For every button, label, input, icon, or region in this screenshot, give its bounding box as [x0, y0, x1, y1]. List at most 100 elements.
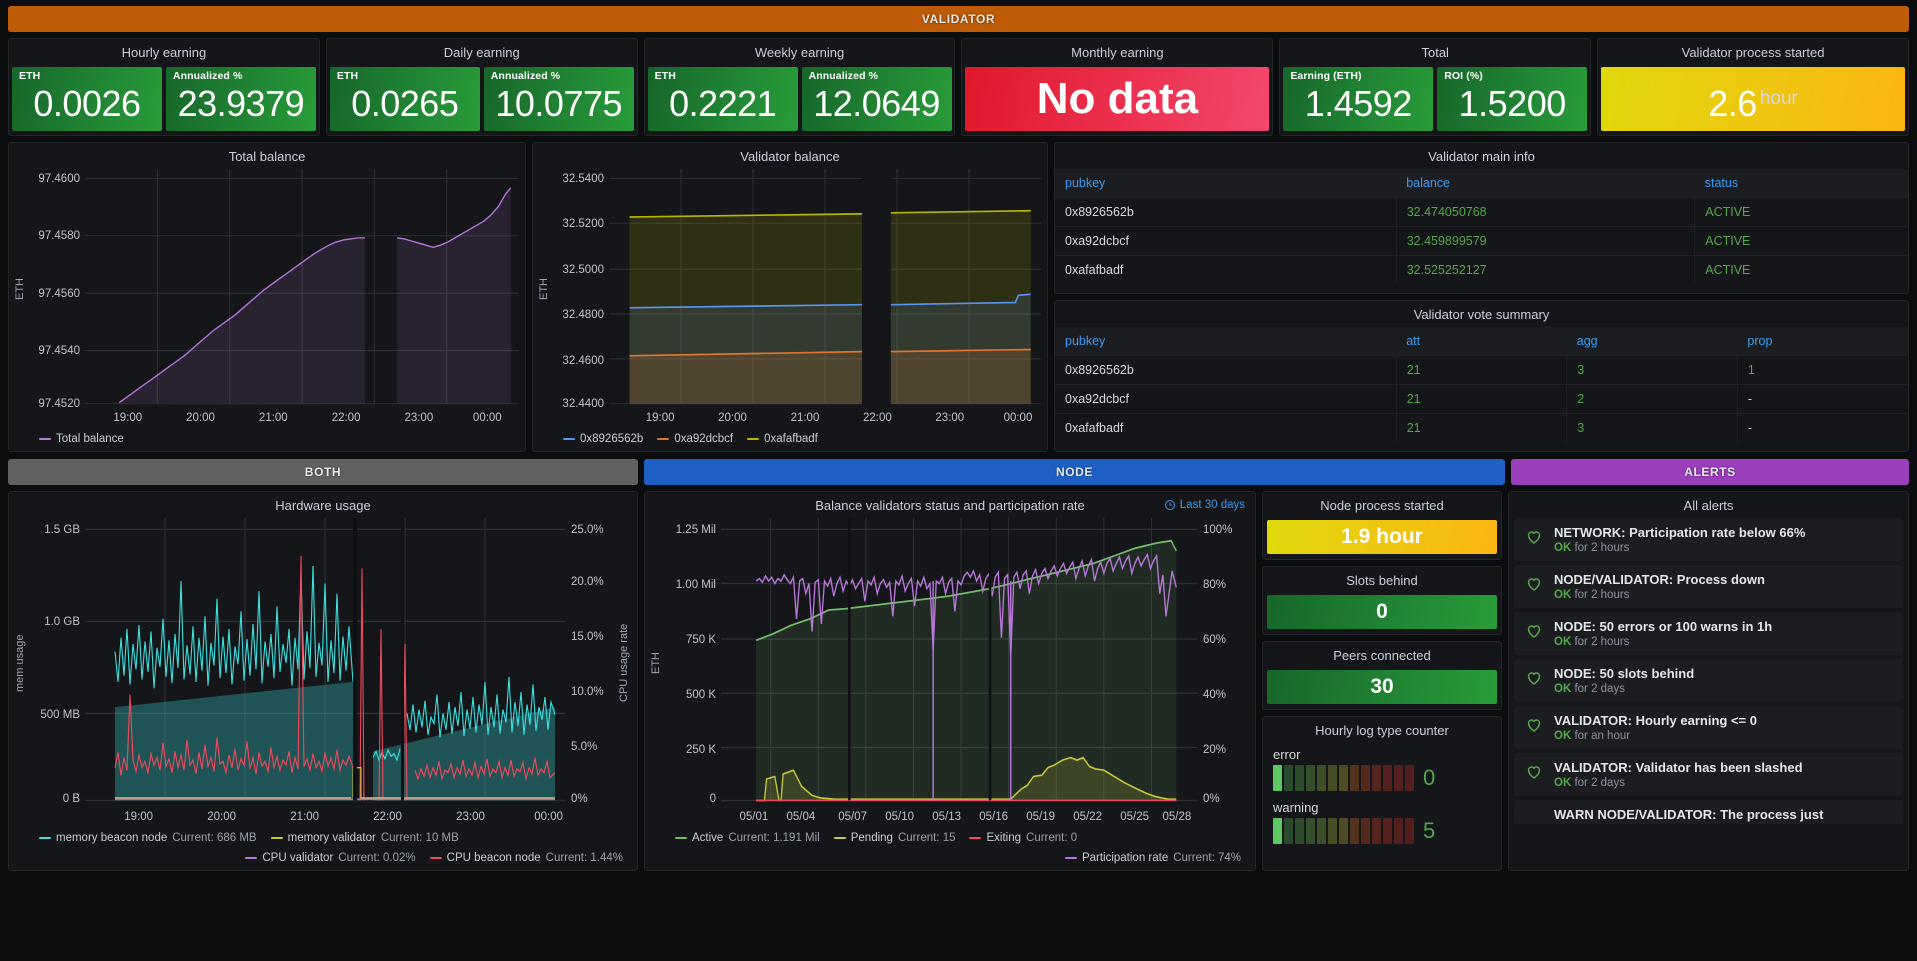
legend-item[interactable]: 0x8926562b	[563, 433, 643, 445]
table-row[interactable]: 0xafafbadf 32.525252127 ACTIVE	[1055, 256, 1908, 285]
panel-balance-validators-status: Balance validators status and participat…	[644, 491, 1256, 871]
legend-item[interactable]: CPU beacon node Current: 1.44%	[430, 852, 623, 864]
stat-cell-uptime[interactable]: 2.6 hour	[1601, 67, 1905, 131]
column-header-balance[interactable]: balance	[1396, 169, 1695, 198]
legend-item[interactable]: 0xa92dcbcf	[657, 433, 733, 445]
row-header-alerts-label: ALERTS	[1684, 465, 1736, 479]
gauge-bar	[1405, 818, 1414, 844]
x-tick: 19:00	[646, 412, 675, 424]
cell-agg: 2	[1567, 385, 1738, 414]
legend-item[interactable]: Total balance	[39, 433, 124, 445]
stat-cell-eth[interactable]: ETH 0.2221	[648, 67, 798, 131]
list-item[interactable]: NODE: 50 errors or 100 warns in 1h OK fo…	[1514, 612, 1903, 655]
legend-item[interactable]: CPU validator Current: 0.02%	[245, 852, 415, 864]
x-tick: 20:00	[718, 412, 747, 424]
log-label-error: error	[1273, 747, 1491, 762]
alert-text: NODE: 50 slots behind OK for 2 days	[1554, 666, 1694, 695]
stat-body: 2.6 hour	[1598, 65, 1908, 135]
list-item[interactable]: NETWORK: Participation rate below 66% OK…	[1514, 518, 1903, 561]
y-tick: 32.4600	[562, 355, 604, 367]
stat-cell-no-data[interactable]: No data	[965, 67, 1269, 131]
row-header-node[interactable]: NODE	[644, 459, 1505, 485]
legend-item[interactable]: Exiting Current: 0	[969, 832, 1077, 844]
panel-total-balance: Total balance ETH 97.4600 97.4580 97.456…	[8, 142, 526, 452]
stat-cell-eth[interactable]: ETH 0.0265	[330, 67, 480, 131]
y-tick: 97.4560	[38, 288, 80, 300]
stat-caption: ETH	[337, 70, 358, 82]
time-range-note[interactable]: Last 30 days	[1164, 499, 1245, 511]
legend-item[interactable]: memory beacon node Current: 686 MB	[39, 832, 257, 844]
y-axis-ticks-right: 25.0% 20.0% 15.0% 10.0% 5.0% 0%	[565, 518, 617, 808]
alert-text: NETWORK: Participation rate below 66% OK…	[1554, 525, 1805, 554]
x-tick: 05/28	[1163, 811, 1192, 823]
tables-column: Validator main info pubkey balance statu…	[1054, 142, 1909, 452]
table-row[interactable]: 0xa92dcbcf 32.459899579 ACTIVE	[1055, 227, 1908, 256]
table-row[interactable]: 0x8926562b 21 3 1	[1055, 356, 1908, 385]
y-tick: 25.0%	[571, 524, 604, 536]
legend-label: 0xafafbadf	[764, 433, 818, 445]
graph-hardware-usage[interactable]: mem usage 1.5 GB 1.0 GB 500 MB 0 B	[9, 518, 637, 870]
plot-area: ETH 97.4600 97.4580 97.4560 97.4540 97.4…	[13, 169, 519, 409]
stat-cell-annualized[interactable]: Annualized % 12.0649	[802, 67, 952, 131]
graph-validator-balance[interactable]: ETH 32.5400 32.5200 32.5000 32.4800 32.4…	[533, 169, 1047, 451]
legend-balance-status: Active Current: 1.191 Mil Pending Curren…	[649, 828, 1249, 868]
row-header-validator[interactable]: VALIDATOR	[8, 6, 1909, 32]
log-gauge-error[interactable]: 0	[1273, 765, 1491, 791]
y-tick: 1.00 Mil	[676, 579, 716, 591]
panel-title: Daily earning	[327, 39, 637, 65]
cell-pubkey: 0xa92dcbcf	[1055, 227, 1396, 256]
plot-area: mem usage 1.5 GB 1.0 GB 500 MB 0 B	[13, 518, 631, 808]
list-item[interactable]: VALIDATOR: Validator has been slashed OK…	[1514, 753, 1903, 796]
gauge-bar	[1328, 818, 1337, 844]
gauge-bar	[1273, 818, 1282, 844]
stat-body: ETH 0.0026 Annualized % 23.9379	[9, 65, 319, 135]
legend-label: memory beacon node	[56, 832, 167, 844]
column-header-agg[interactable]: agg	[1567, 327, 1738, 356]
gauge-bar	[1383, 765, 1392, 791]
list-item[interactable]: WARN NODE/VALIDATOR: The process just	[1514, 800, 1903, 824]
legend-item[interactable]: memory validator Current: 10 MB	[271, 832, 459, 844]
slots-behind-value[interactable]: 0	[1267, 595, 1497, 629]
legend-item[interactable]: Pending Current: 15	[834, 832, 956, 844]
log-gauge-warning[interactable]: 5	[1273, 818, 1491, 844]
column-header-pubkey[interactable]: pubkey	[1055, 169, 1396, 198]
legend-label: 0xa92dcbcf	[674, 433, 733, 445]
table-row[interactable]: 0xafafbadf 21 3 -	[1055, 414, 1908, 443]
panel-title-label: Weekly earning	[755, 45, 844, 60]
column-header-prop[interactable]: prop	[1737, 327, 1908, 356]
legend-item[interactable]: 0xafafbadf	[747, 433, 818, 445]
x-tick: 22:00	[332, 412, 361, 424]
column-header-pubkey[interactable]: pubkey	[1055, 327, 1396, 356]
row-header-alerts[interactable]: ALERTS	[1511, 459, 1909, 485]
table-row[interactable]: 0x8926562b 32.474050768 ACTIVE	[1055, 198, 1908, 227]
column-header-att[interactable]: att	[1396, 327, 1567, 356]
y-axis-ticks: 97.4600 97.4580 97.4560 97.4540 97.4520	[27, 169, 85, 409]
stat-cell-earning-eth[interactable]: Earning (ETH) 1.4592	[1283, 67, 1433, 131]
node-process-started-value[interactable]: 1.9 hour	[1267, 520, 1497, 554]
list-item[interactable]: VALIDATOR: Hourly earning <= 0 OK for an…	[1514, 706, 1903, 749]
alert-list[interactable]: NETWORK: Participation rate below 66% OK…	[1509, 518, 1908, 870]
list-item[interactable]: NODE/VALIDATOR: Process down OK for 2 ho…	[1514, 565, 1903, 608]
cell-att: 21	[1396, 356, 1567, 385]
stat-cell-annualized[interactable]: Annualized % 10.0775	[484, 67, 634, 131]
stat-cell-roi[interactable]: ROI (%) 1.5200	[1437, 67, 1587, 131]
legend-item[interactable]: Active Current: 1.191 Mil	[675, 832, 820, 844]
table-row[interactable]: 0xa92dcbcf 21 2 -	[1055, 385, 1908, 414]
x-tick: 19:00	[124, 811, 153, 823]
list-item[interactable]: NODE: 50 slots behind OK for 2 days	[1514, 659, 1903, 702]
log-count-error: 0	[1423, 765, 1435, 791]
graph-total-balance[interactable]: ETH 97.4600 97.4580 97.4560 97.4540 97.4…	[9, 169, 525, 451]
peers-connected-value[interactable]: 30	[1267, 670, 1497, 704]
stat-cell-annualized[interactable]: Annualized % 23.9379	[166, 67, 316, 131]
stat-cell-eth[interactable]: ETH 0.0026	[12, 67, 162, 131]
x-tick: 22:00	[863, 412, 892, 424]
legend-item[interactable]: Participation rate Current: 74%	[1065, 852, 1241, 864]
alert-text: NODE: 50 errors or 100 warns in 1h OK fo…	[1554, 619, 1772, 648]
column-header-status[interactable]: status	[1695, 169, 1908, 198]
y-tick: 40%	[1203, 689, 1226, 701]
graph-balance-validators-status[interactable]: ETH 1.25 Mil 1.00 Mil 750 K 500 K 250 K …	[645, 518, 1255, 870]
legend-label: Total balance	[56, 433, 124, 445]
y-tick: 32.5200	[562, 218, 604, 230]
x-tick: 05/04	[787, 811, 816, 823]
row-header-both[interactable]: BOTH	[8, 459, 638, 485]
